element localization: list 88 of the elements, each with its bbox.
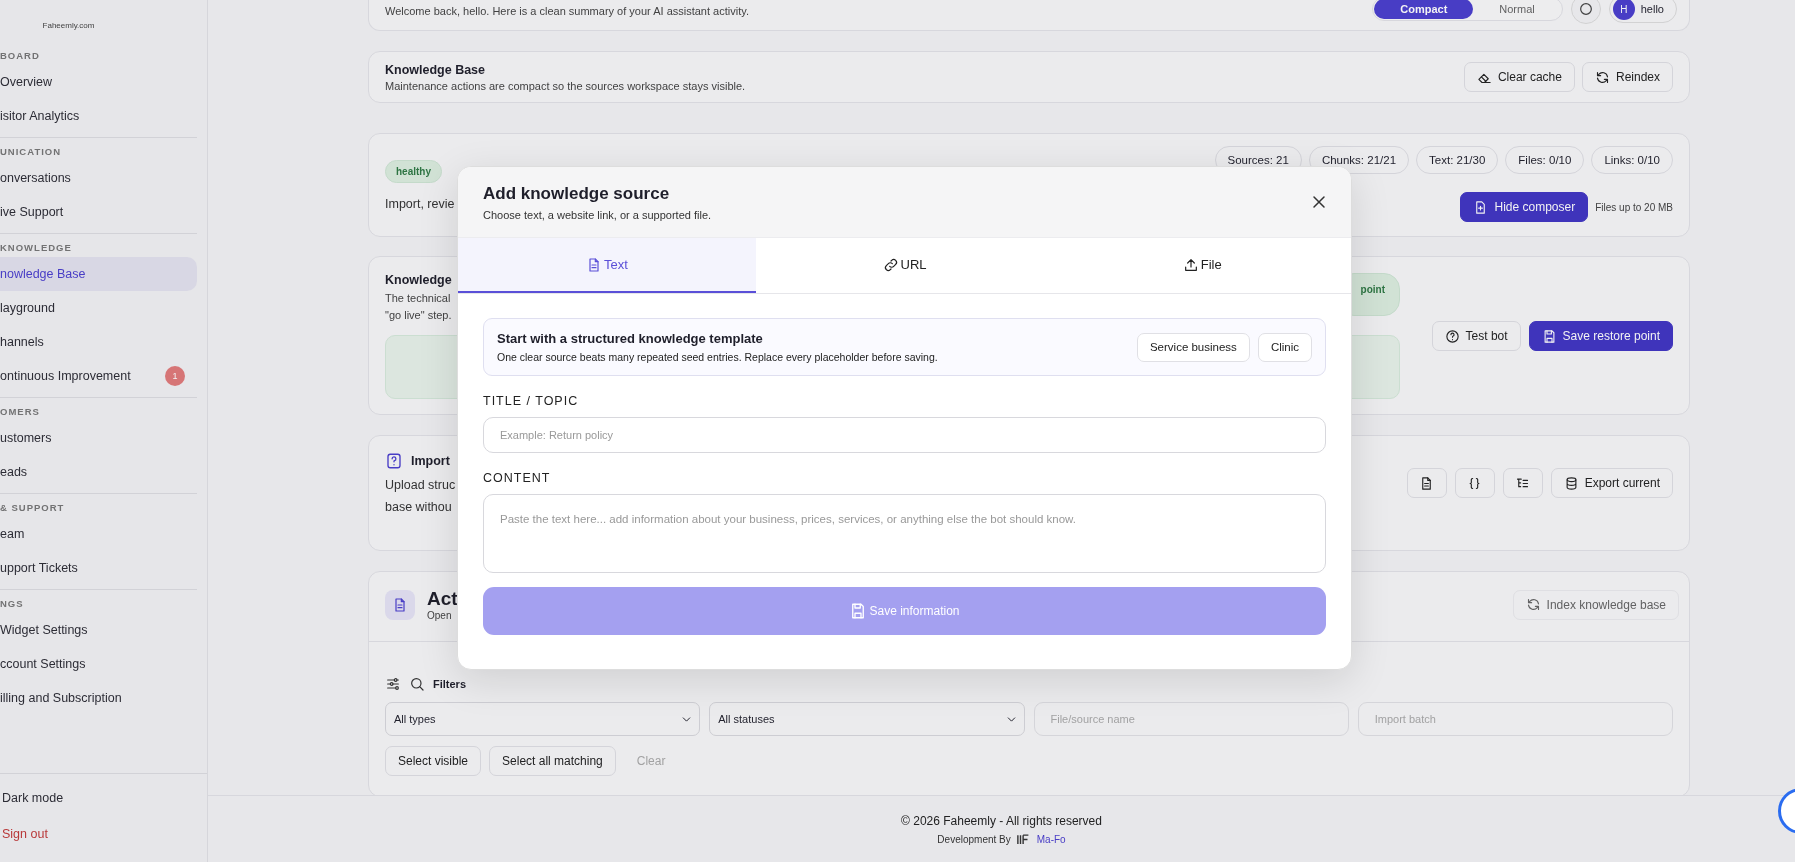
welcome-text: Welcome back, hello. Here is a clean summary of your AI assistant activity. [385, 4, 749, 17]
credit-text: Development By [937, 833, 1011, 845]
clear-cache-button[interactable]: Clear cache [1463, 62, 1575, 92]
section-label: UNICATION [0, 145, 63, 159]
save-icon [1541, 328, 1557, 344]
card-title: Knowledge [385, 273, 452, 287]
sidebar-item[interactable]: isitor Analytics [0, 99, 197, 133]
database-icon [1563, 475, 1579, 491]
sidebar-item[interactable]: eam [0, 517, 197, 551]
title-input-field[interactable]: Example: Return policy [483, 417, 1326, 453]
sidebar-item[interactable]: ccount Settings [0, 647, 197, 681]
tab[interactable]: Text [458, 238, 756, 293]
template-button[interactable]: Clinic [1257, 332, 1312, 362]
dropdown[interactable]: All types [385, 702, 701, 736]
section-label: BOARD [0, 49, 41, 63]
help-icon [385, 452, 403, 470]
refresh-icon [1594, 69, 1610, 85]
theme-button[interactable] [1570, 0, 1601, 24]
reindex-button[interactable]: Reindex [1581, 62, 1673, 92]
sidebar-item[interactable]: layground [0, 291, 197, 325]
export-button[interactable]: Export current [1550, 468, 1673, 498]
copyright-text: © 2026 Faheemly - All rights reserved [901, 813, 1102, 828]
sidebar-item[interactable]: hannels [0, 325, 197, 359]
save-restore-point-button[interactable]: Save restore point [1528, 321, 1673, 351]
card-text: "go live" step. [385, 309, 452, 321]
section-label: NGS [0, 597, 25, 611]
input-field[interactable]: Import batch [1357, 702, 1673, 736]
sign-out-link[interactable]: Sign out [2, 816, 207, 852]
filters-label: Filters [433, 678, 466, 690]
section-label: KNOWLEDGE [0, 241, 73, 255]
developer-link[interactable]: Ma-Fo [1036, 833, 1066, 845]
document-icon [392, 596, 408, 613]
sidebar-item[interactable]: Widget Settings [0, 613, 197, 647]
card-text: base withou [385, 500, 453, 514]
sidebar-item[interactable]: ive Support [0, 195, 197, 229]
file-limit-note: Files up to 20 MB [1595, 201, 1673, 213]
card-title: Act [427, 588, 458, 610]
dialog-title: Add knowledge source [483, 183, 671, 204]
dialog-subtitle: Choose text, a website link, or a supported file. [483, 208, 712, 221]
sliders-icon [385, 676, 401, 692]
dropdown[interactable]: All statuses [709, 702, 1025, 736]
developer-logo-icon [1016, 833, 1031, 845]
input-field[interactable]: File/source name [1033, 702, 1349, 736]
density-option[interactable]: Compact [1374, 0, 1474, 19]
dark-mode-toggle[interactable]: Dark mode [2, 780, 207, 816]
hide-composer-button[interactable]: Hide composer [1460, 192, 1589, 222]
braces-button[interactable] [1454, 468, 1495, 498]
card-subtitle: Maintenance actions are compact so the sources workspace stays visible. [385, 79, 746, 92]
card-title: Knowledge Base [385, 62, 487, 77]
logo-caption: Faheemly.com [42, 21, 95, 30]
sidebar-item[interactable]: nowledge Base [0, 257, 197, 291]
card-description: Import, revie [385, 197, 455, 211]
sidebar-item[interactable]: onversations [0, 161, 197, 195]
sidebar-item[interactable]: ustomers [0, 421, 197, 455]
test-bot-button[interactable]: Test bot [1431, 321, 1521, 351]
sidebar-item[interactable]: upport Tickets [0, 551, 197, 585]
field-label: CONTENT [483, 471, 552, 485]
link-icon [882, 256, 899, 273]
template-title: Start with a structured knowledge template [497, 331, 764, 346]
circle-icon [1577, 1, 1594, 17]
sidebar-item[interactable]: ontinuous Improvement 1 [0, 359, 197, 393]
upload-icon [1182, 256, 1199, 273]
select-button[interactable]: Select visible [385, 746, 482, 776]
document-button[interactable] [1406, 468, 1447, 498]
list-button[interactable] [1502, 468, 1543, 498]
index-button[interactable]: Index knowledge base [1512, 589, 1679, 620]
search-icon [409, 676, 425, 692]
sidebar-item[interactable]: eads [0, 455, 197, 489]
status-badge: healthy [385, 160, 442, 183]
density-option[interactable]: Normal [1473, 0, 1561, 19]
avatar: H [1612, 0, 1635, 20]
count-badge: 1 [165, 366, 185, 386]
section-label: & SUPPORT [0, 501, 66, 515]
card-subtitle: Open [427, 610, 453, 621]
refresh-icon [1525, 597, 1541, 612]
field-label: TITLE / TOPIC [483, 394, 580, 408]
help-icon [1444, 328, 1460, 344]
template-description: One clear source beats many repeated seed entries. Replace every placeholder before saving. [497, 351, 938, 363]
template-button[interactable]: Service business [1136, 332, 1250, 362]
section-label: OMERS [0, 405, 41, 419]
card-title: Import [411, 454, 450, 468]
card-text: The technical [385, 292, 452, 304]
braces-icon [1467, 475, 1483, 491]
select-button[interactable]: Select all matching [489, 746, 616, 776]
content-text-area[interactable]: Paste the text here... add information about your business, prices, services, or anything else the bot should know. [483, 494, 1326, 573]
sidebar-item[interactable]: illing and Subscription [0, 681, 197, 715]
card-text: Upload struc [385, 478, 456, 492]
sidebar-item[interactable]: Overview [0, 65, 197, 99]
